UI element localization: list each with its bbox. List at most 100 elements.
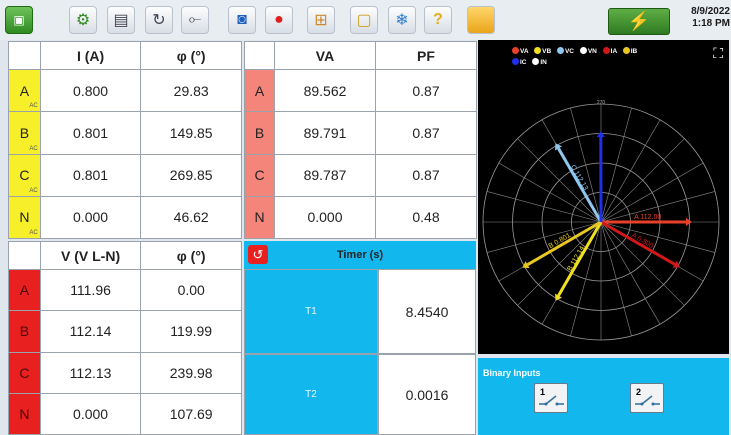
window-icon: ▢ <box>356 12 372 29</box>
current-header: I (A) <box>39 41 142 70</box>
table-row: A 89.562 0.87 <box>244 68 477 113</box>
phasor-vector-ia: A 0.800 <box>600 220 680 268</box>
table-row: C AC 0.801 269.85 <box>8 153 242 197</box>
phase-label: C <box>244 153 275 197</box>
window-button[interactable]: ▢ <box>350 6 378 34</box>
voltage-value[interactable]: 0.000 <box>39 392 142 435</box>
voltage-angle[interactable]: 107.69 <box>140 392 242 435</box>
settings-button[interactable]: ⚙ <box>69 6 97 34</box>
phase-label: B <box>244 111 275 155</box>
home-button[interactable]: ▣ <box>5 6 33 34</box>
voltage-value[interactable]: 112.14 <box>39 310 142 353</box>
phase-label: B AC <box>8 111 41 155</box>
phasor-vector-va: A 112.00 <box>601 214 692 226</box>
va-value: 89.787 <box>274 153 376 197</box>
camera-button[interactable]: ◙ <box>228 6 256 34</box>
binary-input-1[interactable]: 1 <box>534 383 568 413</box>
arrow-head <box>596 131 605 138</box>
current-angle[interactable]: 269.85 <box>140 153 242 197</box>
time-label: 1:18 PM <box>692 18 730 29</box>
voltage-value[interactable]: 111.96 <box>39 268 142 312</box>
table-button[interactable]: ▤ <box>107 6 135 34</box>
pf-value: 0.87 <box>375 111 477 155</box>
switch-open-icon <box>539 395 564 406</box>
timer-reset-button[interactable]: ↺ <box>248 245 268 264</box>
timer-header: Timer (s) ↺ <box>244 241 476 269</box>
current-value[interactable]: 0.000 <box>39 195 142 240</box>
fan-icon: ❄ <box>395 12 409 29</box>
fan-button[interactable]: ❄ <box>388 6 416 34</box>
current-angle[interactable]: 149.85 <box>140 111 242 155</box>
phase-label: A AC <box>8 68 41 113</box>
table-row: B 89.791 0.87 <box>244 111 477 155</box>
voltage-angle[interactable]: 0.00 <box>140 268 242 312</box>
table-row: B AC 0.801 149.85 <box>8 111 242 155</box>
voltage-phase-header <box>8 241 41 270</box>
table-icon: ▤ <box>113 12 129 29</box>
phasor-label: B 112.14 <box>566 245 586 272</box>
current-angle-header: φ (°) <box>140 41 242 70</box>
help-icon: ? <box>433 11 443 28</box>
va-value: 89.791 <box>274 111 376 155</box>
pf-value: 0.87 <box>375 68 477 113</box>
switch-icon: ⟜ <box>188 11 202 28</box>
timer-title: Timer (s) <box>336 249 384 261</box>
phasor-diagram[interactable]: VA VB VC VN IA IB IC IN ⛶ 270 A 112.00 A … <box>478 40 729 354</box>
record-button[interactable]: ● <box>265 6 293 34</box>
phase-label: B <box>8 310 41 353</box>
settings-icon: ⚙ <box>75 12 91 29</box>
record-icon: ● <box>274 11 284 28</box>
arrow-head <box>685 218 692 226</box>
voltage-angle[interactable]: 119.99 <box>140 310 242 353</box>
camera-icon: ◙ <box>237 11 247 28</box>
table-row: N 0.000 107.69 <box>8 392 242 435</box>
loop-icon: ↻ <box>152 12 166 29</box>
phase-label: C AC <box>8 153 41 197</box>
grid-button[interactable]: ⊞ <box>307 6 335 34</box>
loop-button[interactable]: ↻ <box>145 6 173 34</box>
table-row: B 112.14 119.99 <box>8 310 242 353</box>
home-icon: ▣ <box>13 13 25 27</box>
current-value[interactable]: 0.801 <box>39 153 142 197</box>
binary-input-2[interactable]: 2 <box>630 383 664 413</box>
power-status-button[interactable]: ⚡ <box>608 8 670 35</box>
timer-value-t2: 0.0016 <box>378 354 476 435</box>
va-header: VA <box>274 41 376 70</box>
table-row: A 111.96 0.00 <box>8 268 242 312</box>
va-value: 89.562 <box>274 68 376 113</box>
phase-label: A <box>8 268 41 312</box>
phase-label: N <box>244 195 275 240</box>
phasor-line <box>600 220 676 266</box>
phasor-label: C 112.13 <box>569 164 589 192</box>
switch-button[interactable]: ⟜ <box>181 6 209 34</box>
grid-spoke <box>570 221 602 337</box>
help-button[interactable]: ? <box>424 6 452 34</box>
voltage-angle[interactable]: 239.98 <box>140 351 242 394</box>
angle-label-top: 270 <box>597 100 606 106</box>
current-phase-header <box>8 41 41 70</box>
timer-label-t1: T1 <box>244 269 378 354</box>
current-value[interactable]: 0.800 <box>39 68 142 113</box>
binary-inputs-panel: Binary Inputs 1 2 <box>478 358 729 435</box>
binary-inputs-title: Binary Inputs <box>483 368 541 378</box>
folder-button[interactable] <box>467 6 495 34</box>
phase-label: N AC <box>8 195 41 240</box>
phasor-plot: 270 A 112.00A 0.800B 112.14B 0.801C 112.… <box>482 100 720 341</box>
voltage-angle-header: φ (°) <box>140 241 242 270</box>
phase-label: N <box>8 392 41 435</box>
current-angle[interactable]: 46.62 <box>140 195 242 240</box>
voltage-value[interactable]: 112.13 <box>39 351 142 394</box>
phasor-label: A 112.00 <box>634 214 661 221</box>
grid-spoke <box>486 191 602 223</box>
grid-spoke <box>600 119 661 223</box>
pf-value: 0.87 <box>375 153 477 197</box>
timer-label-t2: T2 <box>244 354 378 435</box>
current-angle[interactable]: 29.83 <box>140 68 242 113</box>
current-table: I (A) φ (°) A AC 0.800 29.83 B AC 0.801 14… <box>8 41 242 240</box>
toolbar: ▣ ⚙ ▤ ↻ ⟜ ◙ ● ⊞ ▢ ❄ ? ⚡ 8/9/2022 1:18 PM <box>0 0 731 40</box>
date-label: 8/9/2022 <box>691 6 730 17</box>
grid-spoke <box>600 107 632 223</box>
pf-value: 0.48 <box>375 195 477 240</box>
current-value[interactable]: 0.801 <box>39 111 142 155</box>
power-phase-header <box>244 41 275 70</box>
